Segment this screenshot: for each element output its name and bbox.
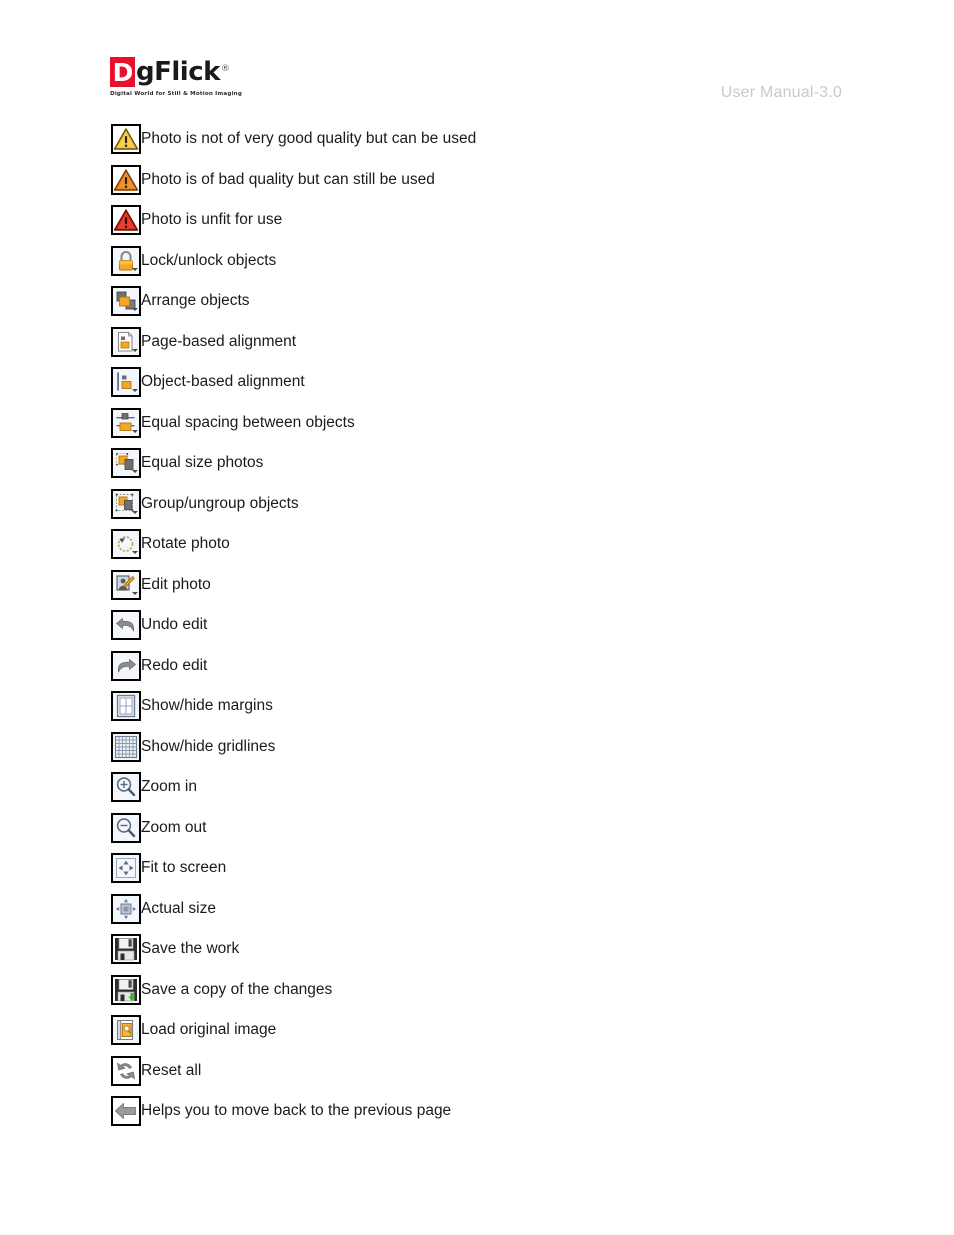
legend-row: Equal spacing between objects (111, 407, 911, 438)
legend-label: Photo is unfit for use (141, 211, 283, 228)
back-arrow-icon[interactable] (111, 1096, 141, 1126)
fit-to-screen-icon[interactable] (111, 853, 141, 883)
legend-row: Photo is not of very good quality but ca… (111, 124, 911, 154)
edit-photo-icon[interactable] (111, 569, 141, 600)
page-alignment-icon[interactable] (111, 326, 141, 357)
page-header: D gFlick ® Digital World for Still & Mot… (0, 55, 954, 105)
legend-row: Fit to screen (111, 853, 911, 883)
legend-label: Equal size photos (141, 454, 264, 471)
legend-label: Zoom in (141, 778, 197, 795)
object-alignment-icon[interactable] (111, 367, 141, 397)
legend-label: Save a copy of the changes (141, 980, 333, 998)
legend-label: Zoom out (141, 818, 207, 836)
legend-label: Show/hide gridlines (141, 737, 276, 755)
chevron-down-icon[interactable] (132, 429, 138, 433)
icon-legend-list: Photo is not of very good quality but ca… (111, 124, 911, 1126)
legend-label: Group/ungroup objects (141, 494, 299, 512)
zoom-out-icon[interactable] (111, 812, 141, 843)
legend-row: Show/hide gridlines (111, 731, 911, 762)
legend-label: Save the work (141, 940, 240, 957)
legend-row: Save a copy of the changes (111, 974, 911, 1005)
legend-row: Show/hide margins (111, 691, 911, 721)
legend-row: Load original image (111, 1015, 911, 1045)
legend-row: Photo is unfit for use (111, 205, 911, 235)
legend-label: Photo is not of very good quality but ca… (141, 130, 477, 147)
warning-triangle-orange-icon[interactable] (111, 164, 141, 195)
chevron-down-icon[interactable] (132, 389, 138, 392)
actual-size-icon[interactable] (111, 893, 141, 924)
legend-row: Rotate photo (111, 529, 911, 559)
legend-row: Save the work (111, 934, 911, 964)
legend-label: Rotate photo (141, 535, 230, 552)
legend-label: Redo edit (141, 656, 208, 674)
legend-label: Page-based alignment (141, 332, 297, 350)
registered-trademark-icon: ® (220, 64, 230, 74)
rotate-photo-icon[interactable] (111, 529, 141, 559)
legend-row: Zoom in (111, 772, 911, 802)
legend-label: Equal spacing between objects (141, 413, 355, 431)
legend-row: Edit photo (111, 569, 911, 600)
legend-label: Actual size (141, 899, 216, 917)
chevron-down-icon[interactable] (132, 308, 138, 311)
group-ungroup-icon[interactable] (111, 488, 141, 519)
logo-wordmark: D gFlick ® (110, 55, 300, 87)
redo-icon[interactable] (111, 650, 141, 681)
warning-triangle-red-icon[interactable] (111, 205, 141, 235)
legend-label: Lock/unlock objects (141, 251, 277, 269)
chevron-down-icon[interactable] (132, 551, 138, 554)
dgflick-logo: D gFlick ® Digital World for Still & Mot… (110, 55, 300, 103)
legend-row: Redo edit (111, 650, 911, 681)
legend-label: Helps you to move back to the previous p… (141, 1102, 452, 1119)
zoom-in-icon[interactable] (111, 772, 141, 802)
legend-label: Show/hide margins (141, 697, 273, 714)
legend-row: Photo is of bad quality but can still be… (111, 164, 911, 195)
legend-row: Group/ungroup objects (111, 488, 911, 519)
legend-row: Lock/unlock objects (111, 245, 911, 276)
legend-row: Equal size photos (111, 448, 911, 478)
chevron-down-icon[interactable] (132, 470, 138, 473)
legend-label: Object-based alignment (141, 373, 305, 390)
legend-label: Arrange objects (141, 292, 250, 309)
legend-row: Actual size (111, 893, 911, 924)
equal-spacing-icon[interactable] (111, 407, 141, 438)
logo-text: gFlick (136, 57, 220, 87)
legend-label: Edit photo (141, 575, 211, 593)
equal-size-icon[interactable] (111, 448, 141, 478)
lock-icon[interactable] (111, 245, 141, 276)
logo-initial-badge: D (110, 57, 135, 87)
chevron-down-icon[interactable] (132, 591, 138, 595)
legend-row: Zoom out (111, 812, 911, 843)
legend-label: Undo edit (141, 616, 208, 633)
undo-icon[interactable] (111, 610, 141, 640)
arrange-objects-icon[interactable] (111, 286, 141, 316)
legend-label: Load original image (141, 1021, 277, 1038)
legend-row: Helps you to move back to the previous p… (111, 1096, 911, 1126)
legend-row: Arrange objects (111, 286, 911, 316)
manual-version-label: User Manual-3.0 (720, 84, 842, 101)
load-original-icon[interactable] (111, 1015, 141, 1045)
warning-triangle-yellow-icon[interactable] (111, 124, 141, 154)
save-icon[interactable] (111, 934, 141, 964)
reset-all-icon[interactable] (111, 1055, 141, 1086)
chevron-down-icon[interactable] (132, 348, 138, 352)
legend-row: Undo edit (111, 610, 911, 640)
chevron-down-icon[interactable] (132, 510, 138, 514)
save-copy-icon[interactable] (111, 974, 141, 1005)
gridlines-icon[interactable] (111, 731, 141, 762)
legend-row: Page-based alignment (111, 326, 911, 357)
legend-row: Reset all (111, 1055, 911, 1086)
legend-label: Photo is of bad quality but can still be… (141, 170, 435, 188)
legend-row: Object-based alignment (111, 367, 911, 397)
logo-tagline: Digital World for Still & Motion Imaging (110, 91, 243, 97)
chevron-down-icon[interactable] (132, 267, 138, 271)
legend-label: Reset all (141, 1061, 202, 1079)
margins-icon[interactable] (111, 691, 141, 721)
legend-label: Fit to screen (141, 859, 227, 876)
